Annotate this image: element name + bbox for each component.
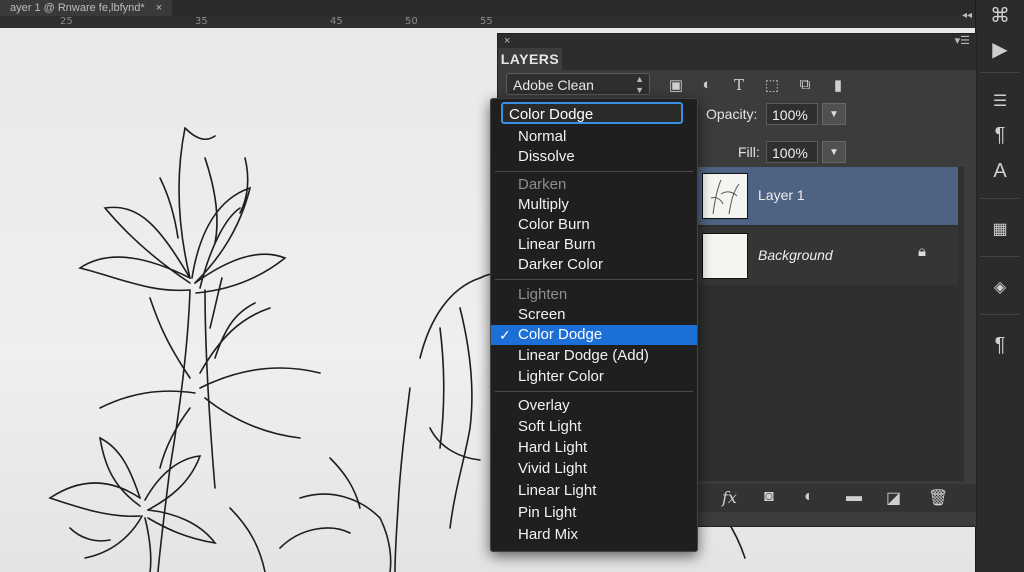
folder-icon[interactable]: ▬ [846,488,862,506]
menu-item-soft-light[interactable]: Soft Light [491,417,697,437]
ruler-number: 25 [60,16,73,27]
menu-item-linear-light[interactable]: Linear Light [491,481,697,501]
sketch-thumbnail-icon [710,179,740,215]
opacity-label: Opacity: [706,106,758,122]
new-layer-icon[interactable]: ◪ [886,488,901,508]
layer-name: Background [758,247,833,263]
character-icon[interactable]: A [984,156,1016,186]
filter-toggle-icon[interactable]: ▮ [828,76,848,94]
collapse-icon[interactable]: ◂◂ [962,10,972,21]
opacity-dropdown-button[interactable]: ▼ [822,103,846,125]
divider [980,314,1020,315]
paragraph-icon[interactable]: ¶ [984,120,1016,150]
layers-bottom-toolbar: fx ◙ ◐ ▬ ◪ 🗑︎ [688,484,976,512]
adjustment-icon[interactable]: ◐ [804,488,814,506]
menu-item-normal[interactable]: Normal [491,127,697,147]
document-tab[interactable]: ayer 1 @ Rnware fe,lbfynd* × [0,0,173,16]
menu-item-screen[interactable]: Screen [491,305,697,325]
play-icon[interactable]: ▶ [984,34,1016,64]
blend-mode-current[interactable]: Color Dodge [501,102,683,124]
menu-divider [495,279,693,280]
menu-item-hard-mix[interactable]: Hard Mix [491,525,697,545]
layer-filter-row: Adobe Clean ▲ ▼ ▣ ◐ T ⬚ ⧉ ▮ [498,70,976,100]
fill-label: Fill: [738,144,760,160]
panel-menu-icon[interactable]: ▾☰ [955,34,970,48]
ruler-number: 55 [480,16,493,27]
select-arrows-icon: ▲ ▼ [635,74,644,95]
menu-header-darken: Darken [518,176,567,193]
divider [980,256,1020,257]
paragraph-styles-icon[interactable]: ¶ [984,330,1016,360]
filter-kind-select[interactable]: Adobe Clean ▲ ▼ [506,73,650,95]
panel-header-bar: × ▾☰ [498,34,976,48]
type-filter-icon[interactable]: T [729,76,749,94]
layers-stack-icon[interactable]: ◈ [984,272,1016,302]
document-tab-title: ayer 1 @ Rnware fe,lbfynd* [10,2,145,14]
layers-list: Layer 1 Background 🔒︎ [696,167,964,481]
document-tab-bar: ayer 1 @ Rnware fe,lbfynd* × 25 35 45 50… [0,0,1024,29]
adjustment-filter-icon[interactable]: ◐ [697,76,717,94]
mask-icon[interactable]: ◙ [764,488,774,506]
menu-item-hard-light[interactable]: Hard Light [491,438,697,458]
menu-item-label: Color Dodge [518,326,603,343]
menu-item-overlay[interactable]: Overlay [491,396,697,416]
fill-input[interactable]: 100% [766,141,818,163]
blend-mode-menu: Color Dodge Normal Dissolve Darken Multi… [490,98,698,552]
menu-item-pin-light[interactable]: Pin Light [491,503,697,523]
menu-item-linear-burn[interactable]: Linear Burn [491,235,697,255]
tab-layers[interactable]: LAYERS [498,48,563,70]
ruler-number: 45 [330,16,343,27]
trash-icon[interactable]: 🗑︎ [928,488,948,508]
layer-name: Layer 1 [758,187,805,203]
layer-row-layer-1[interactable]: Layer 1 [696,167,958,225]
menu-item-color-burn[interactable]: Color Burn [491,215,697,235]
divider [980,72,1020,73]
menu-item-lighter-color[interactable]: Lighter Color [491,367,697,387]
fx-icon[interactable]: fx [722,488,737,507]
menu-divider [495,171,693,172]
fill-dropdown-button[interactable]: ▼ [822,141,846,163]
menu-item-dissolve[interactable]: Dissolve [491,147,697,167]
smartobject-filter-icon[interactable]: ⧉ [795,76,815,94]
properties-icon[interactable]: ☰ [984,86,1016,116]
filter-kind-value: Adobe Clean [513,77,594,93]
menu-header-lighten: Lighten [518,286,568,303]
document-tab-close-icon[interactable]: × [156,2,162,14]
history-icon[interactable]: ⌘ [984,0,1016,30]
tab-bar-empty [562,48,976,70]
right-tool-strip: ◂◂ ⌘ ▶ ☰ ¶ A ▦ ◈ ¶ [962,0,1024,572]
menu-item-darker-color[interactable]: Darker Color [491,255,697,275]
lock-icon[interactable]: 🔒︎ [918,243,926,260]
layer-row-background[interactable]: Background 🔒︎ [696,227,958,285]
image-filter-icon[interactable]: ▣ [666,76,686,94]
menu-item-multiply[interactable]: Multiply [491,195,697,215]
ruler-number: 50 [405,16,418,27]
menu-item-linear-dodge[interactable]: Linear Dodge (Add) [491,346,697,366]
menu-item-color-dodge[interactable]: ✓ Color Dodge [491,325,697,345]
layer-thumbnail [702,173,748,219]
opacity-input[interactable]: 100% [766,103,818,125]
swatches-icon[interactable]: ▦ [984,214,1016,244]
shape-filter-icon[interactable]: ⬚ [762,76,782,94]
layer-thumbnail [702,233,748,279]
divider [980,198,1020,199]
close-icon[interactable]: × [504,34,510,48]
checkmark-icon: ✓ [499,327,511,343]
menu-divider [495,391,693,392]
ruler-number: 35 [195,16,208,27]
menu-item-vivid-light[interactable]: Vivid Light [491,459,697,479]
